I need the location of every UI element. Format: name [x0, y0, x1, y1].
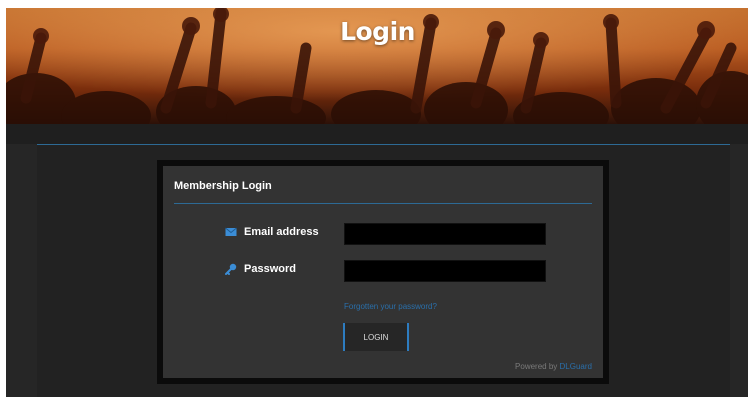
page-title: Login [340, 17, 415, 46]
powered-by: Powered by DLGuard [515, 362, 592, 371]
password-label-text: Password [244, 263, 296, 275]
powered-by-link[interactable]: DLGuard [560, 362, 592, 371]
envelope-icon [225, 226, 237, 238]
password-label: Password [225, 263, 345, 275]
login-panel: Membership Login Email address Password … [163, 166, 603, 378]
page-frame: Login Membership Login Email address Pas… [6, 8, 748, 397]
email-label: Email address [225, 226, 345, 238]
key-icon [225, 263, 237, 275]
powered-by-text: Powered by [515, 362, 558, 371]
email-label-text: Email address [244, 226, 319, 238]
forgot-password-link[interactable]: Forgotten your password? [344, 302, 437, 311]
login-panel-frame: Membership Login Email address Password … [157, 160, 609, 384]
login-panel-title: Membership Login [174, 180, 272, 192]
email-field[interactable] [344, 223, 546, 245]
login-button[interactable]: LOGIN [343, 323, 409, 351]
hero-banner: Login [6, 8, 748, 124]
title-divider [174, 203, 592, 204]
header-band [6, 124, 748, 144]
password-field[interactable] [344, 260, 546, 282]
